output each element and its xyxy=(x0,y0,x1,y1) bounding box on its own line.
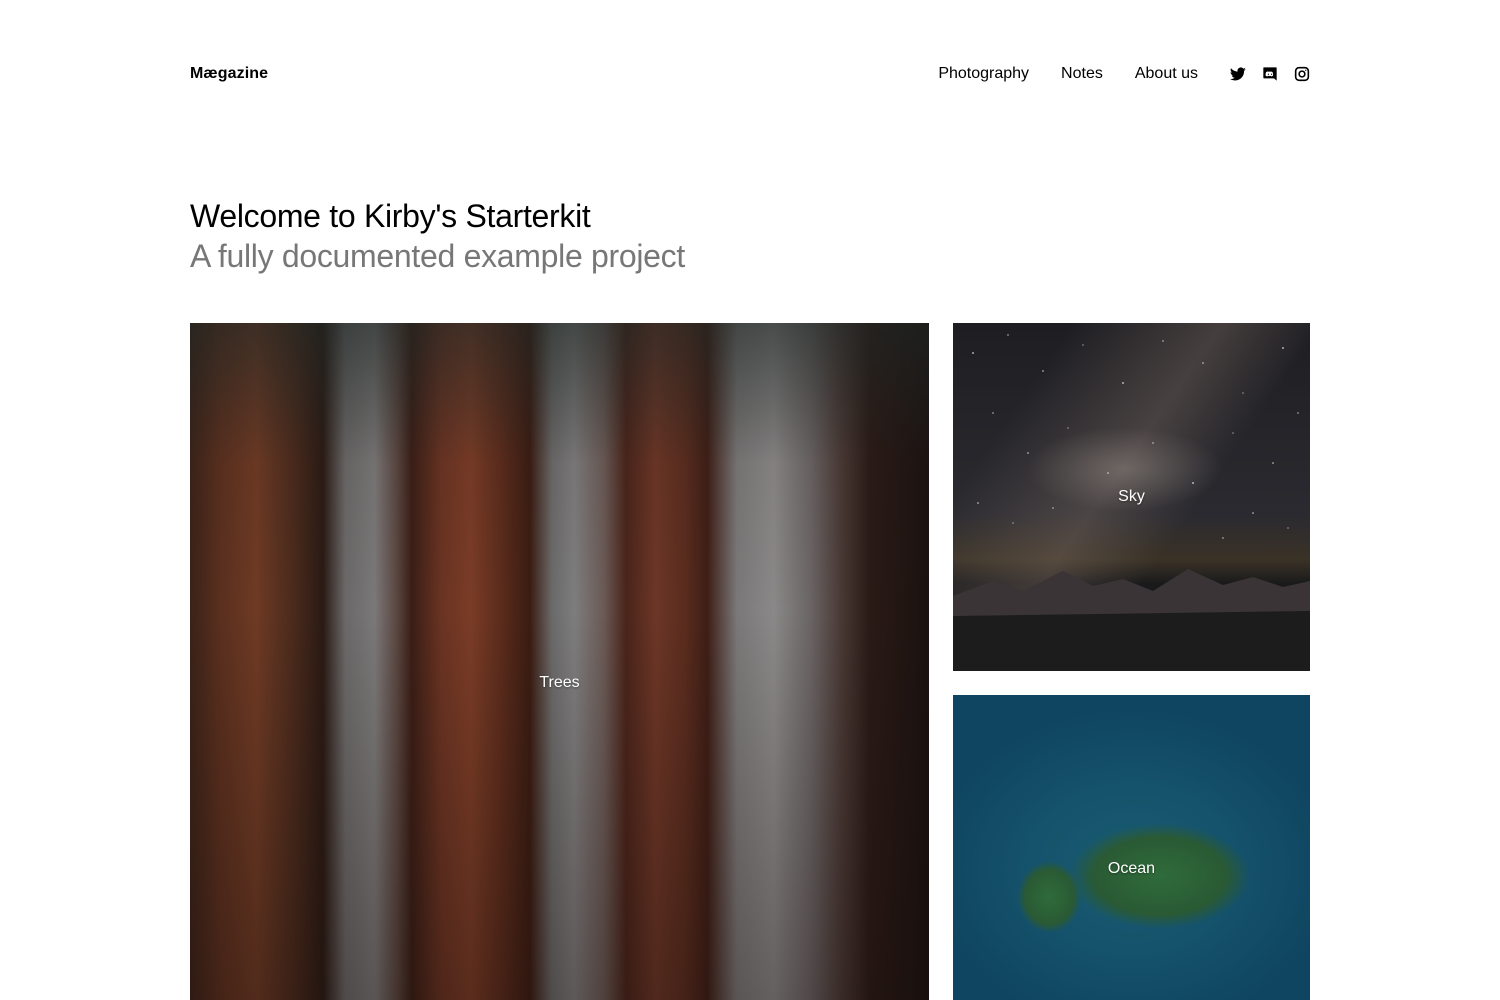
gallery-tile-label: Trees xyxy=(539,674,580,691)
nav-link-photography[interactable]: Photography xyxy=(938,65,1029,83)
site-header: Mægazine Photography Notes About us xyxy=(190,58,1310,90)
gallery-tile-sky[interactable]: Sky xyxy=(953,323,1310,671)
sky-mountains xyxy=(953,569,1310,671)
instagram-icon[interactable] xyxy=(1294,66,1310,82)
trees-canopy-shade xyxy=(190,323,929,463)
social-links xyxy=(1230,66,1310,82)
intro-subtitle: A fully documented example project xyxy=(190,238,685,274)
nav-link-notes[interactable]: Notes xyxy=(1061,65,1103,83)
nav-link-about-us[interactable]: About us xyxy=(1135,65,1198,83)
gallery-tile-label: Ocean xyxy=(1107,860,1156,877)
twitter-icon[interactable] xyxy=(1230,66,1246,82)
page: Mægazine Photography Notes About us Welc… xyxy=(0,0,1500,1000)
intro-heading: Welcome to Kirby's Starterkit A fully do… xyxy=(190,196,1310,276)
intro: Welcome to Kirby's Starterkit A fully do… xyxy=(190,196,1310,276)
ocean-image xyxy=(953,695,1310,1000)
gallery-tile-label: Sky xyxy=(1118,488,1145,505)
discord-icon[interactable] xyxy=(1262,66,1278,82)
gallery-tile-trees[interactable]: Trees xyxy=(190,323,929,1000)
main-nav: Photography Notes About us xyxy=(938,65,1310,83)
gallery-tile-ocean[interactable]: Ocean xyxy=(953,695,1310,1000)
site-logo-link[interactable]: Mægazine xyxy=(190,65,268,83)
intro-title: Welcome to Kirby's Starterkit xyxy=(190,198,591,234)
